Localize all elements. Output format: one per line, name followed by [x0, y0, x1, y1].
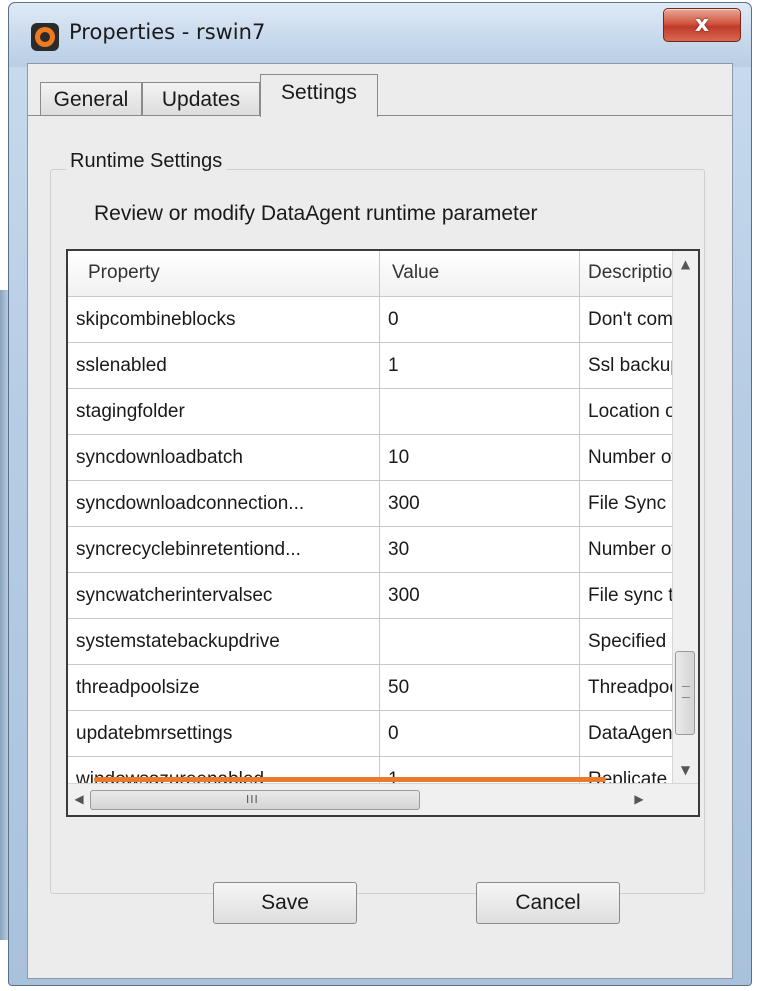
tab-updates[interactable]: Updates: [142, 82, 260, 116]
table-row[interactable]: syncwatcherintervalsec 300 File sync ti: [68, 573, 672, 619]
properties-window: Properties - rswin7 x General Updates Se…: [8, 2, 752, 986]
property-cell[interactable]: sslenabled: [68, 343, 380, 389]
table-row[interactable]: sslenabled 1 Ssl backup: [68, 343, 672, 389]
value-cell[interactable]: 50: [380, 665, 580, 711]
save-button[interactable]: Save: [213, 882, 357, 924]
description-cell[interactable]: Location of: [580, 389, 672, 435]
property-cell[interactable]: syncrecyclebinretentiond...: [68, 527, 380, 573]
value-cell[interactable]: 10: [380, 435, 580, 481]
description-cell[interactable]: Number of: [580, 527, 672, 573]
property-cell[interactable]: syncwatcherintervalsec: [68, 573, 380, 619]
scroll-right-icon[interactable]: ▶: [628, 784, 650, 814]
property-cell[interactable]: systemstatebackupdrive: [68, 619, 380, 665]
description-cell[interactable]: Specified c: [580, 619, 672, 665]
highlight-underline: [94, 777, 606, 782]
grip-icon: III: [246, 793, 259, 806]
description-cell[interactable]: Threadpoo: [580, 665, 672, 711]
title-bar[interactable]: Properties - rswin7 x: [9, 3, 751, 67]
value-cell[interactable]: 1: [380, 343, 580, 389]
tab-settings[interactable]: Settings: [260, 74, 378, 117]
table-header-row: Property Value Descriptio: [68, 251, 672, 297]
group-description: Review or modify DataAgent runtime param…: [94, 202, 538, 225]
value-cell[interactable]: [380, 619, 580, 665]
horizontal-scroll-thumb[interactable]: III: [90, 790, 420, 810]
table-grid: Property Value Descriptio skipcombineblo…: [68, 251, 672, 803]
window-title: Properties - rswin7: [69, 20, 266, 44]
tab-general[interactable]: General: [40, 82, 142, 116]
property-cell[interactable]: threadpoolsize: [68, 665, 380, 711]
app-icon: [31, 23, 59, 51]
close-button[interactable]: x: [663, 8, 741, 42]
table-row[interactable]: threadpoolsize 50 Threadpoo: [68, 665, 672, 711]
description-cell[interactable]: DataAgent: [580, 711, 672, 757]
property-cell[interactable]: updatebmrsettings: [68, 711, 380, 757]
column-header-description[interactable]: Descriptio: [580, 251, 672, 297]
description-cell[interactable]: Ssl backup: [580, 343, 672, 389]
runtime-parameters-table: Property Value Descriptio skipcombineblo…: [66, 249, 700, 817]
description-cell[interactable]: Number of: [580, 435, 672, 481]
table-row[interactable]: syncdownloadbatch 10 Number of: [68, 435, 672, 481]
description-cell[interactable]: Don't comb: [580, 297, 672, 343]
value-cell[interactable]: [380, 389, 580, 435]
window-left-shadow: [0, 290, 8, 940]
scroll-left-icon[interactable]: ◀: [68, 784, 90, 814]
table-row[interactable]: stagingfolder Location of: [68, 389, 672, 435]
scroll-down-icon[interactable]: ▼: [673, 759, 698, 781]
table-row[interactable]: skipcombineblocks 0 Don't comb: [68, 297, 672, 343]
group-label: Runtime Settings: [66, 150, 227, 173]
dialog-client-area: General Updates Settings Runtime Setting…: [27, 63, 733, 979]
property-cell[interactable]: stagingfolder: [68, 389, 380, 435]
table-row[interactable]: updatebmrsettings 0 DataAgent: [68, 711, 672, 757]
value-cell[interactable]: 300: [380, 573, 580, 619]
grip-icon: [682, 686, 690, 698]
horizontal-scrollbar[interactable]: ◀ III ▶: [68, 783, 698, 815]
property-cell[interactable]: skipcombineblocks: [68, 297, 380, 343]
value-cell[interactable]: 300: [380, 481, 580, 527]
property-cell[interactable]: syncdownloadconnection...: [68, 481, 380, 527]
value-cell[interactable]: 30: [380, 527, 580, 573]
table-row[interactable]: syncdownloadconnection... 300 File Sync …: [68, 481, 672, 527]
scroll-up-icon[interactable]: ▲: [673, 253, 698, 275]
table-row[interactable]: syncrecyclebinretentiond... 30 Number of: [68, 527, 672, 573]
property-cell[interactable]: syncdownloadbatch: [68, 435, 380, 481]
vertical-scroll-thumb[interactable]: [675, 651, 695, 735]
description-cell[interactable]: File sync ti: [580, 573, 672, 619]
description-cell[interactable]: File Sync d: [580, 481, 672, 527]
table-row[interactable]: systemstatebackupdrive Specified c: [68, 619, 672, 665]
vertical-scrollbar[interactable]: ▲ ▼: [672, 251, 698, 783]
column-header-value[interactable]: Value: [380, 251, 580, 297]
value-cell[interactable]: 0: [380, 711, 580, 757]
column-header-property[interactable]: Property: [68, 251, 380, 297]
cancel-button[interactable]: Cancel: [476, 882, 620, 924]
value-cell[interactable]: 0: [380, 297, 580, 343]
close-icon: x: [694, 12, 710, 37]
